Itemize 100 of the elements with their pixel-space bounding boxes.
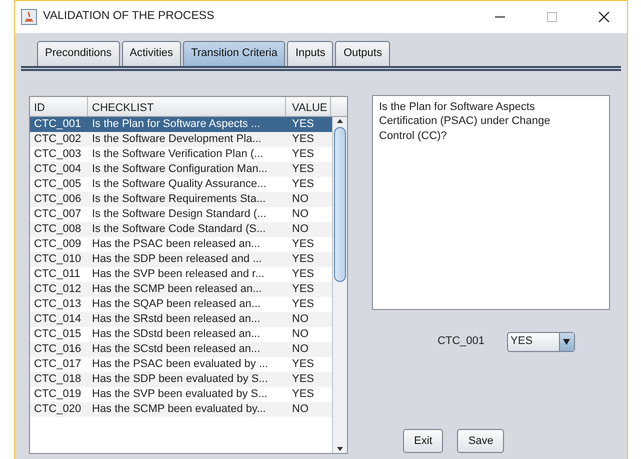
table-cell-text: NO [291, 206, 310, 222]
table-cell-text: Is the Software Development Pla... [91, 132, 262, 146]
table-cell-text: YES [291, 296, 316, 312]
tab[interactable]: Outputs [335, 41, 390, 66]
scroll-down-icon[interactable] [336, 444, 344, 452]
table-cell-text: Is the Plan for Software Aspects ... [91, 116, 262, 132]
table-cell-text: CTC_001 [33, 116, 82, 132]
table-cell-text: YES [291, 266, 316, 282]
table-cell-text: YES [291, 116, 316, 132]
table-cell-text: NO [291, 222, 310, 236]
table-row[interactable]: CTC_014 Has the SRstd been released an... NO [30, 312, 332, 326]
table-cell-text: Has the SDP been released and ... [91, 252, 263, 266]
table-cell-text: YES [291, 252, 316, 266]
table-cell-text: CTC_007 [33, 206, 82, 222]
table-cell-text: CTC_016 [33, 342, 82, 356]
table-row[interactable]: CTC_016 Has the SCstd been released an... NO [30, 342, 332, 356]
table-cell-text: CTC_004 [33, 162, 82, 176]
dialog-button[interactable]: Exit [403, 428, 444, 453]
table-row[interactable]: CTC_018 Has the SDP been evaluated by S... YES [30, 372, 332, 386]
table-cell-text: CTC_020 [33, 402, 82, 416]
table-row[interactable]: CTC_003 Is the Software Verification Plan (... YES [30, 146, 332, 162]
table-row[interactable]: CTC_011 Has the SVP been released and r... YES [30, 266, 332, 282]
table-cell-text: CTC_012 [33, 282, 82, 296]
table-cell-text: CTC_019 [33, 386, 82, 402]
table-row[interactable]: CTC_012 Has the SCMP been released an... YES [30, 282, 332, 296]
table-cell-text: NO [291, 312, 310, 326]
table-cell-text: Is the Software Requirements Sta... [91, 192, 267, 206]
column-header[interactable]: ID [30, 96, 88, 116]
table-cell-text: CTC_005 [33, 176, 82, 192]
column-header[interactable]: CHECKLIST [88, 96, 286, 116]
selected-id-label: CTC_001 [437, 334, 485, 350]
table-cell-text: Has the SVP been evaluated by S... [91, 386, 268, 402]
dialog-button[interactable]: Save [457, 428, 504, 453]
table-cell-text: YES [291, 386, 316, 402]
table-cell-text: Is the Software Quality Assurance... [91, 176, 268, 192]
maximize-icon [546, 10, 558, 23]
close-icon [598, 10, 610, 23]
scrollbar[interactable] [332, 116, 347, 452]
table-cell-text: NO [291, 402, 310, 416]
table-row[interactable]: CTC_008 Is the Software Code Standard (S... NO [30, 222, 332, 236]
table-cell-text: NO [291, 342, 310, 356]
tab[interactable]: Transition Criteria [183, 41, 286, 66]
tab[interactable]: Preconditions [37, 41, 120, 66]
table-cell-text: YES [291, 282, 316, 296]
table-cell-text: Has the PSAC been released an... [91, 236, 262, 252]
table-row[interactable]: CTC_010 Has the SDP been released and ... YES [30, 252, 332, 266]
table-row[interactable]: CTC_005 Is the Software Quality Assurance... YES [30, 176, 332, 192]
table-row[interactable]: CTC_006 Is the Software Requirements Sta... NO [30, 192, 332, 206]
table-row[interactable]: CTC_002 Is the Software Development Pla... YES [30, 132, 332, 146]
table-row[interactable]: CTC_007 Is the Software Design Standard (... NO [30, 206, 332, 222]
table-cell-text: NO [291, 192, 310, 206]
table-cell-text: CTC_014 [33, 312, 82, 326]
table-cell-text: CTC_017 [33, 356, 82, 372]
table-cell-text: YES [291, 356, 316, 372]
table-cell-text: CTC_011 [33, 266, 82, 282]
table-cell-text: Has the SCMP been released an... [91, 282, 263, 296]
table-cell-text: YES [291, 132, 316, 146]
value-dropdown[interactable]: YES [506, 332, 575, 352]
table-row[interactable]: CTC_015 Has the SDstd been released an... NO [30, 326, 332, 342]
table-cell-text: Is the Software Configuration Man... [91, 162, 268, 176]
table-cell-text: Has the SQAP been released an... [91, 296, 262, 312]
table-row[interactable]: CTC_020 Has the SCMP been evaluated by... NO [30, 402, 332, 416]
table-cell-text: Has the SDP been evaluated by S... [91, 372, 269, 386]
table-row[interactable]: CTC_017 Has the PSAC been evaluated by ... YES [30, 356, 332, 372]
table-cell-text: Is the Software Verification Plan (... [91, 146, 264, 162]
table-cell-text: CTC_002 [33, 132, 82, 146]
table-cell-text: Is the Software Code Standard (S... [91, 222, 267, 236]
app-icon [21, 9, 37, 25]
question-text-area[interactable]: Is the Plan for Software Aspects Certification (PSAC) under Change Control (CC)? [372, 94, 610, 310]
table-cell-text: Has the SCMP been evaluated by... [91, 402, 267, 416]
table-row[interactable]: CTC_013 Has the SQAP been released an... YES [30, 296, 332, 312]
column-header[interactable]: VALUE [286, 96, 331, 116]
table-cell-text: Has the SCstd been released an... [91, 342, 262, 356]
table-cell-text: Has the SDstd been released an... [91, 326, 262, 342]
table-cell-text: CTC_006 [33, 192, 82, 206]
window-title: VALIDATION OF THE PROCESS [43, 9, 216, 24]
table-cell-text: Has the SRstd been released an... [91, 312, 262, 326]
table-cell-text: Is the Software Design Standard (... [91, 206, 268, 222]
table-cell-text: Has the SVP been released and r... [91, 266, 266, 282]
table-row[interactable]: CTC_019 Has the SVP been evaluated by S... YES [30, 386, 332, 402]
table-cell-text: YES [291, 162, 316, 176]
table-row[interactable]: CTC_001 Is the Plan for Software Aspects ... YES [30, 116, 332, 132]
table-cell-text: CTC_010 [33, 252, 82, 266]
table-row[interactable]: CTC_009 Has the PSAC been released an... YES [30, 236, 332, 252]
table-cell-text: NO [291, 326, 310, 342]
tab[interactable]: Activities [122, 41, 182, 66]
table-cell-text: YES [291, 146, 316, 162]
table-cell-text: CTC_009 [33, 236, 82, 252]
table-cell-text: YES [291, 176, 316, 192]
caret-icon [563, 338, 570, 344]
table-cell-text: Has the PSAC been evaluated by ... [91, 356, 270, 372]
table-row[interactable]: CTC_004 Is the Software Configuration Man... YES [30, 162, 332, 176]
tab[interactable]: Inputs [287, 41, 334, 66]
table-cell-text: YES [291, 236, 316, 252]
table-cell-text: CTC_008 [33, 222, 82, 236]
table-cell-text: CTC_013 [33, 296, 82, 312]
table-cell-text: CTC_003 [33, 146, 82, 162]
table-cell-text: CTC_015 [33, 326, 82, 342]
table-cell-text: CTC_018 [33, 372, 82, 386]
table-cell-text: YES [291, 372, 316, 386]
